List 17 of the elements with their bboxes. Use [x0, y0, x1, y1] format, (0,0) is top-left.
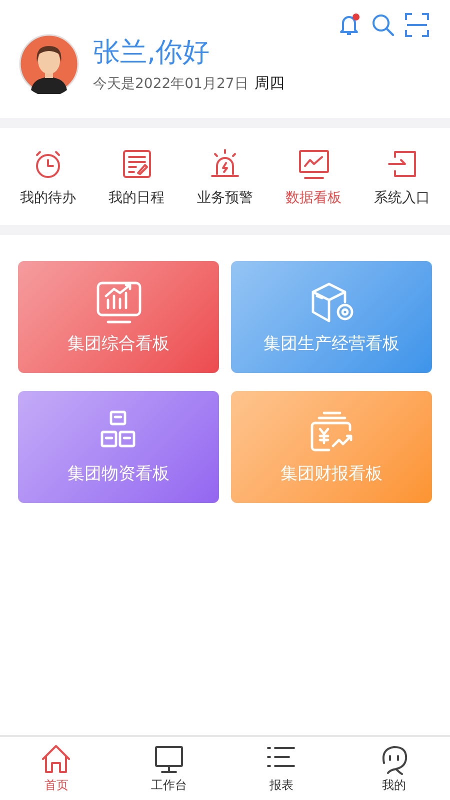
tab-bar-item[interactable]: 我的 [358, 743, 429, 794]
tab-bar-item[interactable]: 报表 [246, 743, 316, 794]
quick-menu-item[interactable]: 我的日程 [94, 146, 178, 206]
weekday-text: 周四 [254, 74, 284, 92]
avatar [19, 34, 79, 94]
quick-menu-item[interactable]: 数据看板 [272, 146, 356, 206]
search-icon[interactable] [370, 12, 396, 38]
scan-icon[interactable] [404, 12, 430, 38]
greeting: 张兰,你好 [93, 36, 211, 70]
quick-menu-item[interactable]: 我的待办 [6, 146, 90, 206]
quick-menu-item[interactable]: 业务预警 [183, 146, 267, 206]
monitor-icon [152, 743, 185, 775]
quick-menu-item[interactable]: 系统入口 [360, 146, 444, 206]
home-icon [40, 743, 72, 775]
tab-bar-item[interactable]: 工作台 [134, 743, 204, 794]
date-text: 今天是2022年01月27日 [93, 74, 248, 92]
tab-bar-item[interactable]: 首页 [21, 743, 92, 794]
